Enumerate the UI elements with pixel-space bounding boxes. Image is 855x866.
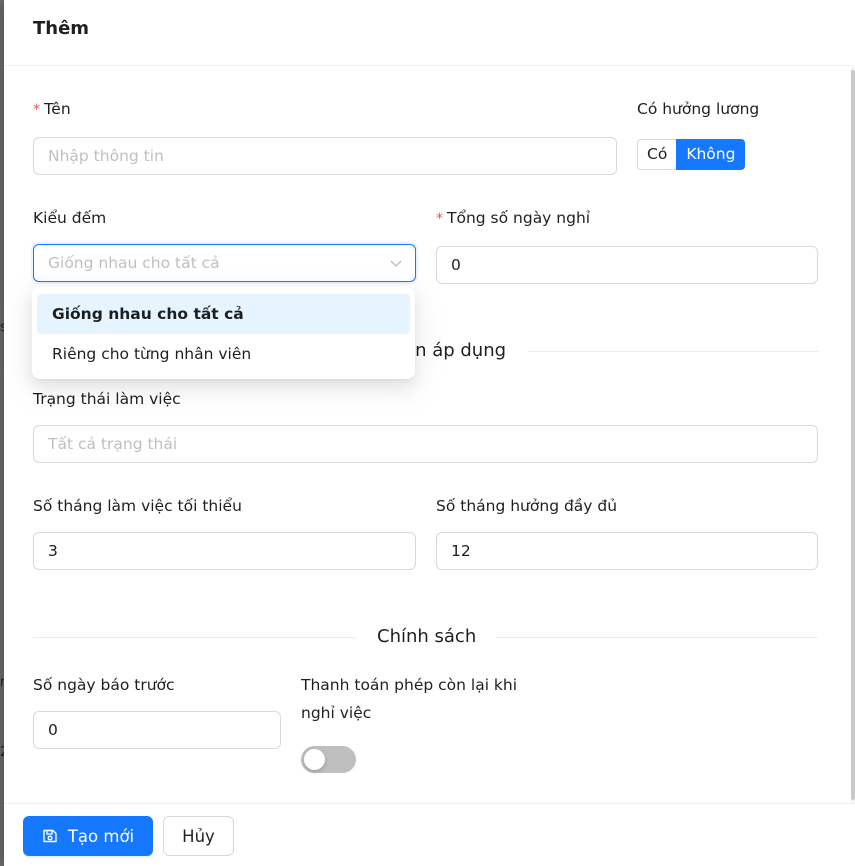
name-label: * Tên [33,100,71,118]
paid-option-yes[interactable]: Có [637,139,677,170]
notice-days-label: Số ngày báo trước [33,676,175,694]
policy-divider-line-right [496,637,818,638]
min-months-input[interactable]: 3 [33,532,416,570]
payout-label-line2: nghỉ việc [301,704,372,722]
drawer-title: Thêm [33,18,90,39]
add-drawer: Thêm * Tên Nhập thông tin Có hưởng lương … [4,0,855,866]
count-type-option-individual[interactable]: Riêng cho từng nhân viên [37,334,410,374]
policy-divider-line-left [33,637,355,638]
total-days-label: * Tổng số ngày nghỉ [436,209,590,227]
notice-days-input[interactable]: 0 [33,711,281,749]
total-days-label-text: Tổng số ngày nghỉ [447,209,591,227]
count-type-select[interactable]: Giống nhau cho tất cả [33,244,416,282]
name-label-text: Tên [44,100,71,118]
create-button[interactable]: Tạo mới [23,816,153,856]
paid-radio-group: Có Không [637,139,746,170]
payout-switch[interactable] [301,746,356,773]
name-input[interactable]: Nhập thông tin [33,137,617,175]
cancel-button-label: Hủy [182,826,215,846]
save-icon [43,829,57,843]
chevron-down-icon [390,260,402,267]
work-status-label: Trạng thái làm việc [33,390,181,408]
payout-label-line1: Thanh toán phép còn lại khi [301,676,518,694]
policy-divider-text: Chính sách [377,626,477,647]
work-status-select[interactable]: Tất cả trạng thái [33,425,818,463]
count-type-option-same[interactable]: Giống nhau cho tất cả [37,294,410,334]
paid-option-no[interactable]: Không [676,139,746,170]
create-button-label: Tạo mới [67,826,135,846]
total-days-input[interactable]: 0 [436,246,818,284]
cancel-button[interactable]: Hủy [163,816,234,856]
full-months-label: Số tháng hưởng đầy đủ [436,497,618,515]
required-mark: * [436,211,443,227]
drawer-header: Thêm [4,0,855,66]
drawer-footer: Tạo mới Hủy [4,803,855,866]
count-type-label: Kiểu đếm [33,209,107,227]
count-type-dropdown: Giống nhau cho tất cả Riêng cho từng nhâ… [32,287,415,379]
conditions-divider-line [528,351,818,352]
conditions-divider-text: en áp dụng [404,340,507,361]
min-months-label: Số tháng làm việc tối thiểu [33,497,242,515]
required-mark: * [33,102,40,118]
count-type-select-value: Giống nhau cho tất cả [48,254,220,272]
full-months-input[interactable]: 12 [436,532,818,570]
switch-knob [304,749,325,770]
paid-label: Có hưởng lương [637,100,760,118]
scrollbar-thumb[interactable] [851,70,855,800]
